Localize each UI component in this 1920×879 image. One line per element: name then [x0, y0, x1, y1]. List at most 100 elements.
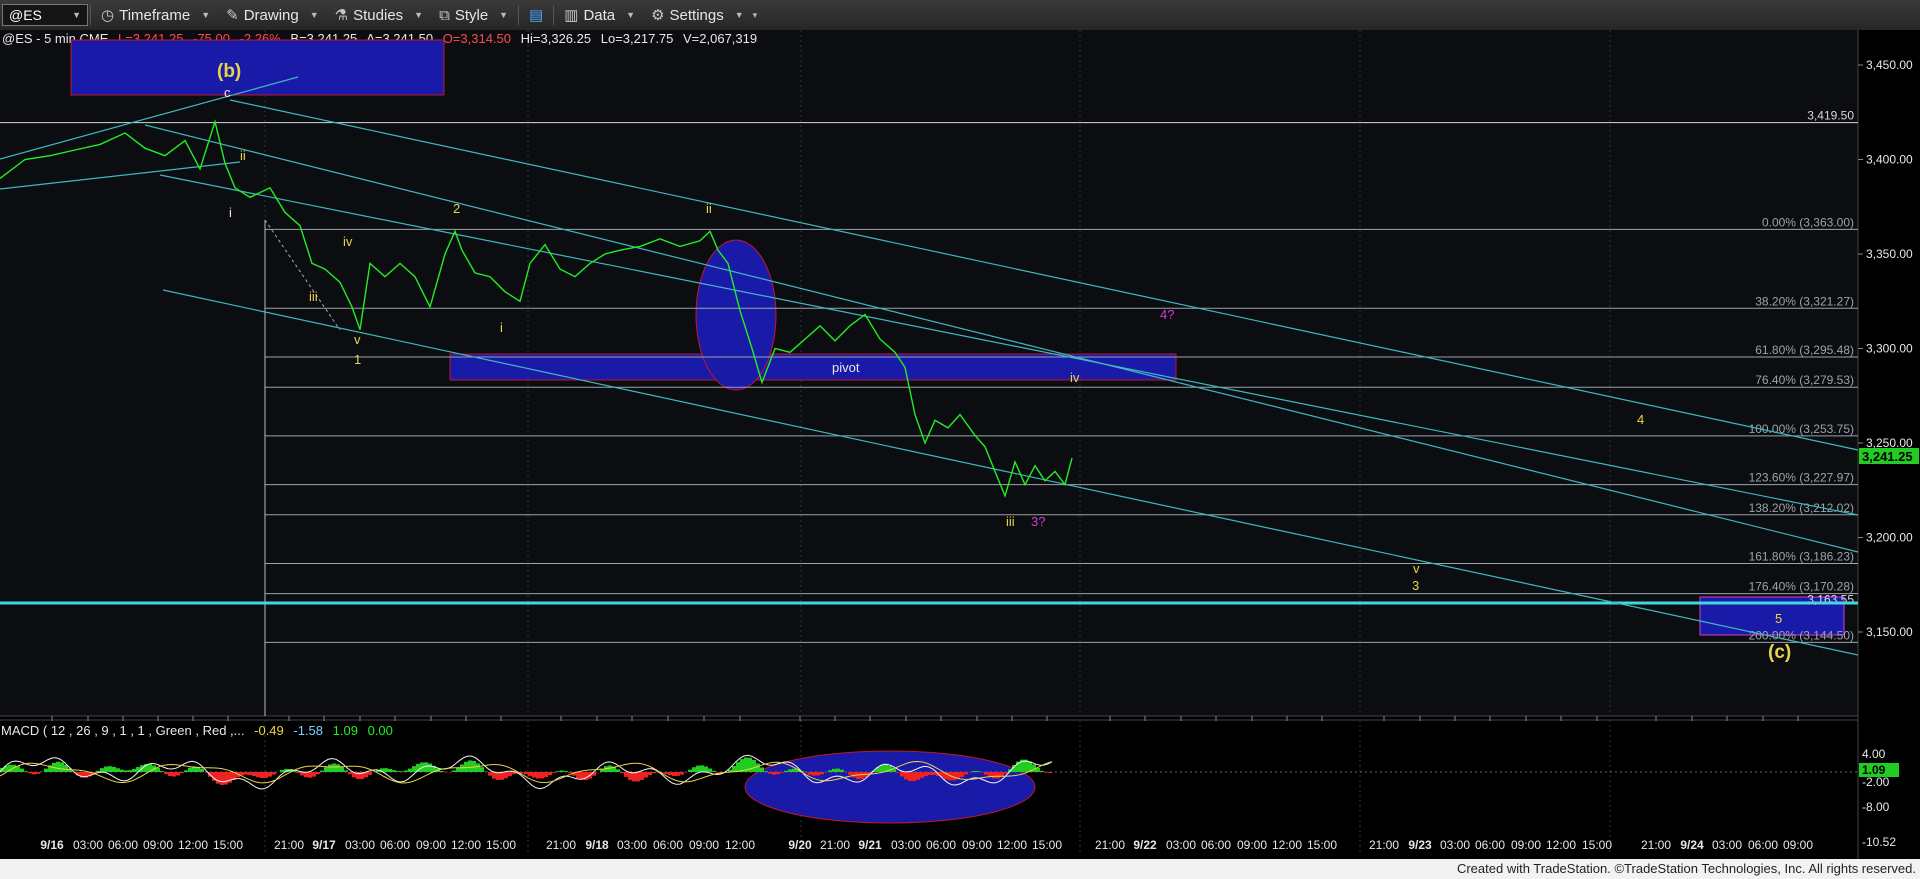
macd-histogram-bar [56, 761, 60, 772]
x-tick-label: 9/22 [1133, 838, 1157, 852]
wave-label: iv [1070, 370, 1080, 385]
macd-histogram-bar [268, 772, 272, 777]
macd-histogram-bar [120, 769, 124, 772]
macd-histogram-bar [508, 772, 512, 777]
chart-area[interactable]: @ES - 5 min CME L=3,241.25 -75.00 -2.26%… [0, 30, 1920, 859]
flask-icon: ⚗ [334, 7, 349, 24]
macd-histogram-bar [652, 772, 656, 774]
drawing-label: Drawing [243, 6, 299, 24]
macd-histogram-bar [736, 762, 740, 772]
bar-chart-icon: ▥ [564, 7, 579, 24]
wave-label: (b) [217, 61, 241, 82]
macd-histogram-bar [404, 770, 408, 772]
wave-label: 3? [1031, 514, 1045, 529]
layout-button[interactable]: ▤ [521, 0, 551, 30]
macd-histogram-bar [308, 772, 312, 778]
macd-histogram-bar [368, 772, 372, 775]
settings-menu[interactable]: ⚙ Settings ▼ ▾ [643, 0, 765, 30]
macd-histogram-bar [312, 772, 316, 777]
macd-histogram-bar [564, 771, 568, 772]
macd-histogram-bar [688, 769, 692, 772]
macd-histogram-bar [44, 768, 48, 772]
macd-histogram-bar [636, 772, 640, 782]
data-menu[interactable]: ▥ Data ▼ [556, 0, 643, 30]
x-tick-label: 03:00 [345, 838, 375, 852]
macd-histogram-bar [128, 770, 132, 772]
macd-histogram-bar [412, 766, 416, 772]
macd-histogram-bar [996, 772, 1000, 779]
macd-histogram-bar [164, 772, 168, 775]
y-tick-label: 3,450.00 [1866, 58, 1913, 72]
macd-header: MACD ( 12 , 26 , 9 , 1 , 1 , Green , Red… [1, 723, 393, 738]
y-tick-label: 3,150.00 [1866, 625, 1913, 639]
header-high: Hi=3,326.25 [521, 31, 591, 46]
macd-histogram-bar [36, 772, 40, 774]
macd-histogram-bar [860, 772, 864, 780]
macd-histogram-bar [804, 772, 808, 773]
macd-histogram-bar [384, 768, 388, 772]
macd-histogram-bar [116, 768, 120, 772]
drawing-menu[interactable]: ✎ Drawing ▼ [218, 0, 327, 30]
wave-label: v [354, 332, 361, 347]
fib-level-label: 3,419.50 [1807, 109, 1854, 123]
macd-histogram-bar [200, 768, 204, 772]
overflow-caret-icon: ▾ [752, 9, 758, 20]
macd-histogram-bar [920, 772, 924, 778]
toolbar-separator [518, 5, 520, 25]
wave-label: (c) [1768, 642, 1791, 663]
wave-label: i [500, 320, 503, 335]
header-volume: V=2,067,319 [683, 31, 757, 46]
studies-menu[interactable]: ⚗ Studies ▼ [327, 0, 431, 30]
macd-histogram-bar [60, 762, 64, 772]
macd-histogram-bar [328, 764, 332, 772]
macd-histogram-bar [904, 772, 908, 780]
wave-label: v [1413, 561, 1420, 576]
x-tick-label: 06:00 [108, 838, 138, 852]
x-tick-label: 09:00 [689, 838, 719, 852]
chevron-down-icon: ▼ [72, 10, 81, 20]
macd-histogram-bar [532, 772, 536, 778]
macd-histogram-bar [792, 768, 796, 772]
x-tick-label: 12:00 [725, 838, 755, 852]
macd-histogram-bar [772, 772, 776, 775]
macd-histogram-bar [188, 767, 192, 772]
fib-level-label: 161.80% (3,186.23) [1749, 550, 1854, 564]
macd-histogram-bar [544, 772, 548, 778]
x-tick-label: 06:00 [380, 838, 410, 852]
x-tick-label: 06:00 [1748, 838, 1778, 852]
last-price-tag-label: 3,241.25 [1862, 449, 1913, 464]
x-tick-label: 09:00 [1511, 838, 1541, 852]
x-tick-label: 06:00 [926, 838, 956, 852]
symbol-selector[interactable]: @ES ▼ [2, 4, 88, 26]
chevron-down-icon: ▼ [734, 10, 744, 20]
macd-histogram-bar [220, 772, 224, 786]
timeframe-label: Timeframe [119, 6, 191, 24]
fib-level-label: 76.40% (3,279.53) [1755, 373, 1854, 387]
x-tick-label: 21:00 [1095, 838, 1125, 852]
macd-histogram-bar [468, 760, 472, 772]
macd-histogram-bar [332, 763, 336, 772]
header-low: Lo=3,217.75 [601, 31, 674, 46]
macd-histogram-bar [132, 768, 136, 772]
macd-histogram-bar [280, 769, 284, 772]
x-tick-label: 12:00 [1546, 838, 1576, 852]
macd-histogram-bar [680, 772, 684, 775]
wave-label: ii [240, 148, 246, 163]
macd-histogram-bar [536, 772, 540, 779]
x-tick-label: 06:00 [1475, 838, 1505, 852]
macd-histogram-bar [924, 772, 928, 777]
y-tick-label: 3,250.00 [1866, 436, 1913, 450]
style-menu[interactable]: ⧉ Style ▼ [431, 0, 516, 30]
x-tick-label: 12:00 [997, 838, 1027, 852]
macd-histogram-bar [900, 772, 904, 777]
macd-histogram-bar [248, 772, 252, 775]
macd-histogram-bar [780, 772, 784, 773]
macd-histogram-bar [344, 770, 348, 772]
macd-histogram-bar [548, 772, 552, 776]
symbol-value: @ES [9, 7, 42, 23]
macd-histogram-bar [752, 759, 756, 772]
macd-histogram-bar [928, 772, 932, 776]
macd-histogram-bar [964, 772, 968, 775]
macd-histogram-bar [168, 772, 172, 777]
timeframe-menu[interactable]: ◷ Timeframe ▼ [93, 0, 218, 30]
